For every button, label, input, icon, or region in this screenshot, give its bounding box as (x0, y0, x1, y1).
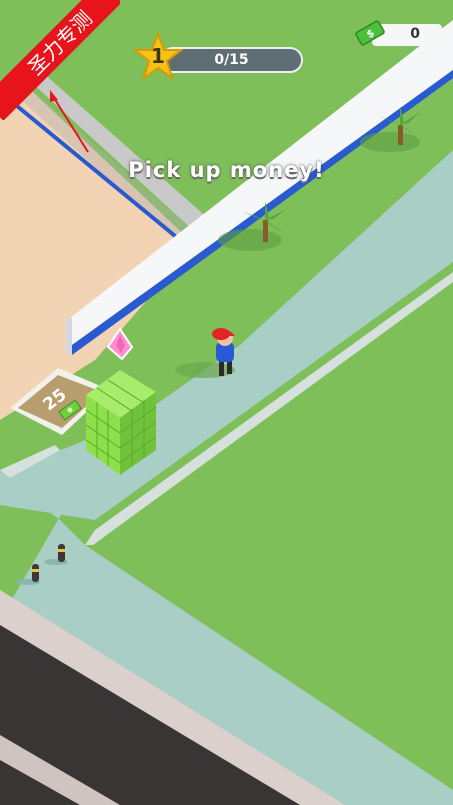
dollar-bill-icon: $ (354, 18, 386, 48)
level-number: 1 (151, 44, 165, 68)
corner-ribbon: 圣力专测 (0, 0, 120, 120)
boundary-wall-end (66, 318, 72, 355)
level-badge: 1 (132, 31, 184, 82)
game-scene[interactable]: 25 (0, 0, 453, 805)
cash-amount: 0 (410, 26, 420, 42)
objective-hint: Pick up money! (128, 158, 325, 182)
ribbon-label: 圣力专测 (0, 0, 120, 120)
